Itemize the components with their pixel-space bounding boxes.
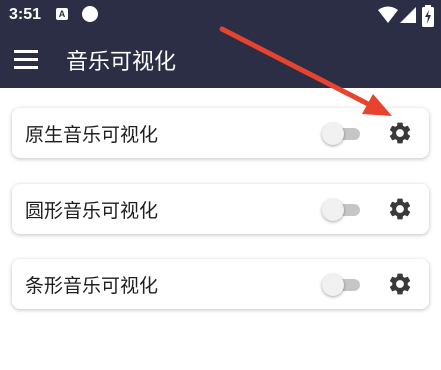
toggle-thumb bbox=[322, 199, 344, 221]
gear-icon[interactable] bbox=[387, 196, 413, 222]
wifi-icon bbox=[378, 6, 398, 23]
list-item-circular-visualizer: 圆形音乐可视化 bbox=[12, 184, 429, 234]
item-label: 条形音乐可视化 bbox=[25, 275, 159, 297]
item-label: 原生音乐可视化 bbox=[25, 124, 159, 146]
toggle-thumb bbox=[322, 123, 344, 145]
hamburger-menu-icon[interactable] bbox=[14, 50, 38, 74]
battery-charging-icon bbox=[422, 5, 434, 27]
status-time: 3:51 bbox=[9, 6, 42, 23]
app-bar: 音乐可视化 bbox=[0, 32, 441, 88]
enable-toggle[interactable] bbox=[322, 199, 364, 221]
list-item-native-visualizer: 原生音乐可视化 bbox=[12, 108, 429, 158]
toggle-thumb bbox=[322, 274, 344, 296]
list-item-bar-visualizer: 条形音乐可视化 bbox=[12, 259, 429, 309]
signal-icon bbox=[400, 7, 416, 23]
item-label: 圆形音乐可视化 bbox=[25, 200, 159, 222]
gear-icon[interactable] bbox=[387, 271, 413, 297]
enable-toggle[interactable] bbox=[322, 274, 364, 296]
gear-icon[interactable] bbox=[387, 120, 413, 146]
notification-dot-icon bbox=[82, 6, 98, 22]
enable-toggle[interactable] bbox=[322, 123, 364, 145]
status-bar: 3:51 A bbox=[0, 0, 441, 32]
page-title: 音乐可视化 bbox=[66, 50, 177, 75]
notification-a-icon: A bbox=[56, 8, 68, 20]
